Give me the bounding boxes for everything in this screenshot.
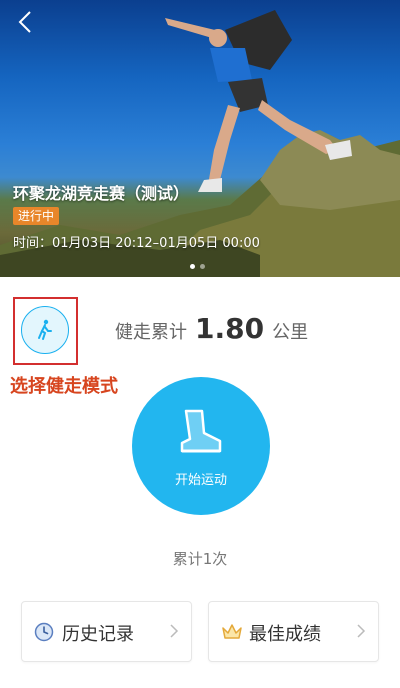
distance-summary: 健走累计 1.80 公里: [115, 312, 308, 345]
walking-mode-button[interactable]: [21, 306, 69, 354]
total-count: 累计1次: [172, 550, 228, 568]
event-title: 环聚龙湖竞走赛（测试）: [13, 184, 190, 203]
walking-icon: [38, 319, 52, 340]
mode-selector-highlight: [13, 297, 78, 365]
carousel-dot: [200, 264, 205, 269]
carousel-indicator: [190, 264, 205, 269]
distance-label: 健走累计: [115, 322, 187, 343]
clock-icon: [34, 622, 54, 642]
start-exercise-button[interactable]: 开始运动: [132, 377, 270, 515]
back-icon[interactable]: [12, 8, 40, 36]
crown-icon: [222, 624, 242, 639]
history-card[interactable]: 历史记录: [21, 601, 192, 662]
start-label: 开始运动: [174, 473, 227, 488]
mode-caption: 选择健走模式: [10, 376, 118, 397]
chevron-right-icon: [357, 624, 366, 638]
history-label: 历史记录: [62, 624, 134, 645]
best-score-label: 最佳成绩: [249, 624, 321, 645]
shoe-icon: [180, 409, 222, 453]
carousel-dot: [190, 264, 195, 269]
best-score-card[interactable]: 最佳成绩: [208, 601, 379, 662]
event-time: 时间：01月03日 20:12–01月05日 00:00: [13, 236, 260, 251]
distance-unit: 公里: [272, 322, 309, 343]
status-badge: 进行中: [13, 207, 60, 225]
event-banner[interactable]: 环聚龙湖竞走赛（测试） 进行中 时间：01月03日 20:12–01月05日 0…: [0, 0, 400, 277]
distance-value: 1.80: [195, 312, 265, 345]
chevron-right-icon: [170, 624, 179, 638]
